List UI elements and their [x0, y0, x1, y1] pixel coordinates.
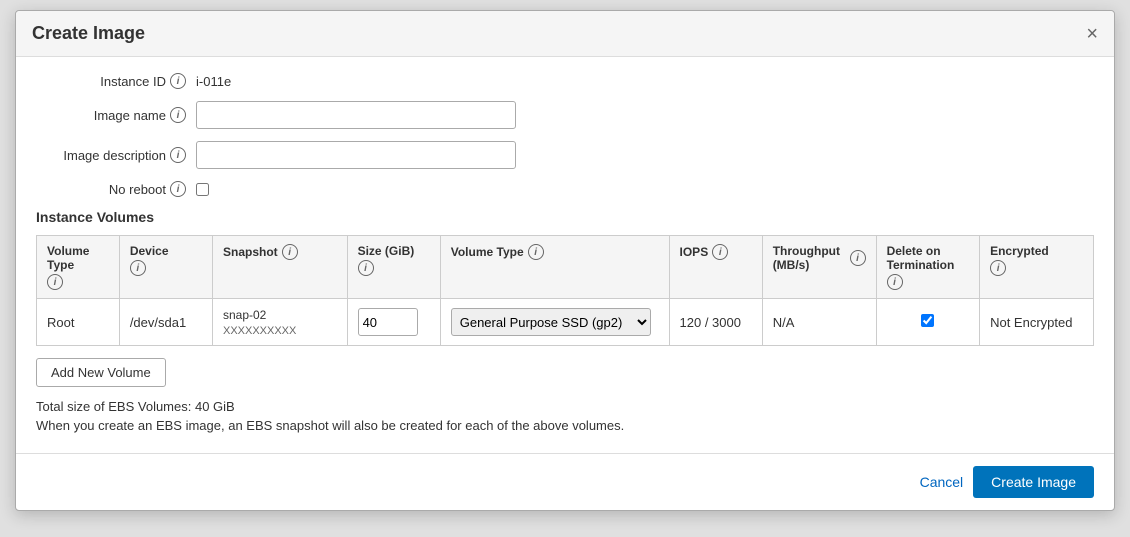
col-header-vol-type: Volume Type i: [440, 236, 669, 299]
instance-id-value: i-011e: [196, 74, 231, 89]
volume-type-col-info-icon[interactable]: i: [47, 274, 63, 290]
modal-header: Create Image ×: [16, 11, 1114, 57]
no-reboot-checkbox[interactable]: [196, 183, 209, 196]
col-header-delete-on-term: Delete on Termination i: [876, 236, 980, 299]
row-iops: 120 / 3000: [669, 299, 762, 346]
row-encrypted: Not Encrypted: [980, 299, 1094, 346]
snapshot-col-info-icon[interactable]: i: [282, 244, 298, 260]
row-vol-type[interactable]: General Purpose SSD (gp2): [440, 299, 669, 346]
create-image-button[interactable]: Create Image: [973, 466, 1094, 498]
image-description-label: Image description i: [36, 147, 196, 163]
table-row: Root /dev/sda1 snap-02XXXXXXXXXX General…: [37, 299, 1094, 346]
volumes-table: Volume Type i Device i: [36, 235, 1094, 346]
ebs-note: When you create an EBS image, an EBS sna…: [36, 418, 1094, 433]
device-col-info-icon[interactable]: i: [130, 260, 146, 276]
instance-id-row: Instance ID i i-011e: [36, 73, 1094, 89]
image-name-label: Image name i: [36, 107, 196, 123]
no-reboot-row: No reboot i: [36, 181, 1094, 197]
instance-id-info-icon[interactable]: i: [170, 73, 186, 89]
vol-type-select[interactable]: General Purpose SSD (gp2): [451, 308, 651, 336]
col-header-device: Device i: [119, 236, 212, 299]
throughput-col-info-icon[interactable]: i: [850, 250, 866, 266]
no-reboot-label: No reboot i: [36, 181, 196, 197]
no-reboot-info-icon[interactable]: i: [170, 181, 186, 197]
modal-body: Instance ID i i-011e Image name i Image …: [16, 57, 1114, 453]
total-size-note: Total size of EBS Volumes: 40 GiB: [36, 399, 1094, 414]
col-header-size: Size (GiB) i: [347, 236, 440, 299]
instance-volumes-title: Instance Volumes: [36, 209, 1094, 225]
image-name-info-icon[interactable]: i: [170, 107, 186, 123]
col-header-volume-type: Volume Type i: [37, 236, 120, 299]
col-header-iops: IOPS i: [669, 236, 762, 299]
size-field[interactable]: [358, 308, 418, 336]
image-description-info-icon[interactable]: i: [170, 147, 186, 163]
iops-col-info-icon[interactable]: i: [712, 244, 728, 260]
col-header-encrypted: Encrypted i: [980, 236, 1094, 299]
image-name-input[interactable]: [196, 101, 516, 129]
row-device: /dev/sda1: [119, 299, 212, 346]
row-throughput: N/A: [762, 299, 876, 346]
image-description-input[interactable]: [196, 141, 516, 169]
row-size[interactable]: [347, 299, 440, 346]
close-button[interactable]: ×: [1086, 24, 1098, 44]
col-header-snapshot: Snapshot i: [212, 236, 347, 299]
instance-id-label: Instance ID i: [36, 73, 196, 89]
add-new-volume-button[interactable]: Add New Volume: [36, 358, 166, 387]
col-header-throughput: Throughput (MB/s) i: [762, 236, 876, 299]
row-volume-type: Root: [37, 299, 120, 346]
cancel-button[interactable]: Cancel: [920, 474, 964, 490]
delete-col-info-icon[interactable]: i: [887, 274, 903, 290]
row-snapshot: snap-02XXXXXXXXXX: [212, 299, 347, 346]
row-delete-on-term[interactable]: [876, 299, 980, 346]
modal-footer: Cancel Create Image: [16, 453, 1114, 510]
image-name-row: Image name i: [36, 101, 1094, 129]
vol-type-col-info-icon[interactable]: i: [528, 244, 544, 260]
size-col-info-icon[interactable]: i: [358, 260, 374, 276]
image-description-row: Image description i: [36, 141, 1094, 169]
create-image-modal: Create Image × Instance ID i i-011e Imag…: [15, 10, 1115, 511]
modal-title: Create Image: [32, 23, 145, 44]
encrypted-col-info-icon[interactable]: i: [990, 260, 1006, 276]
delete-on-term-checkbox[interactable]: [921, 314, 934, 327]
